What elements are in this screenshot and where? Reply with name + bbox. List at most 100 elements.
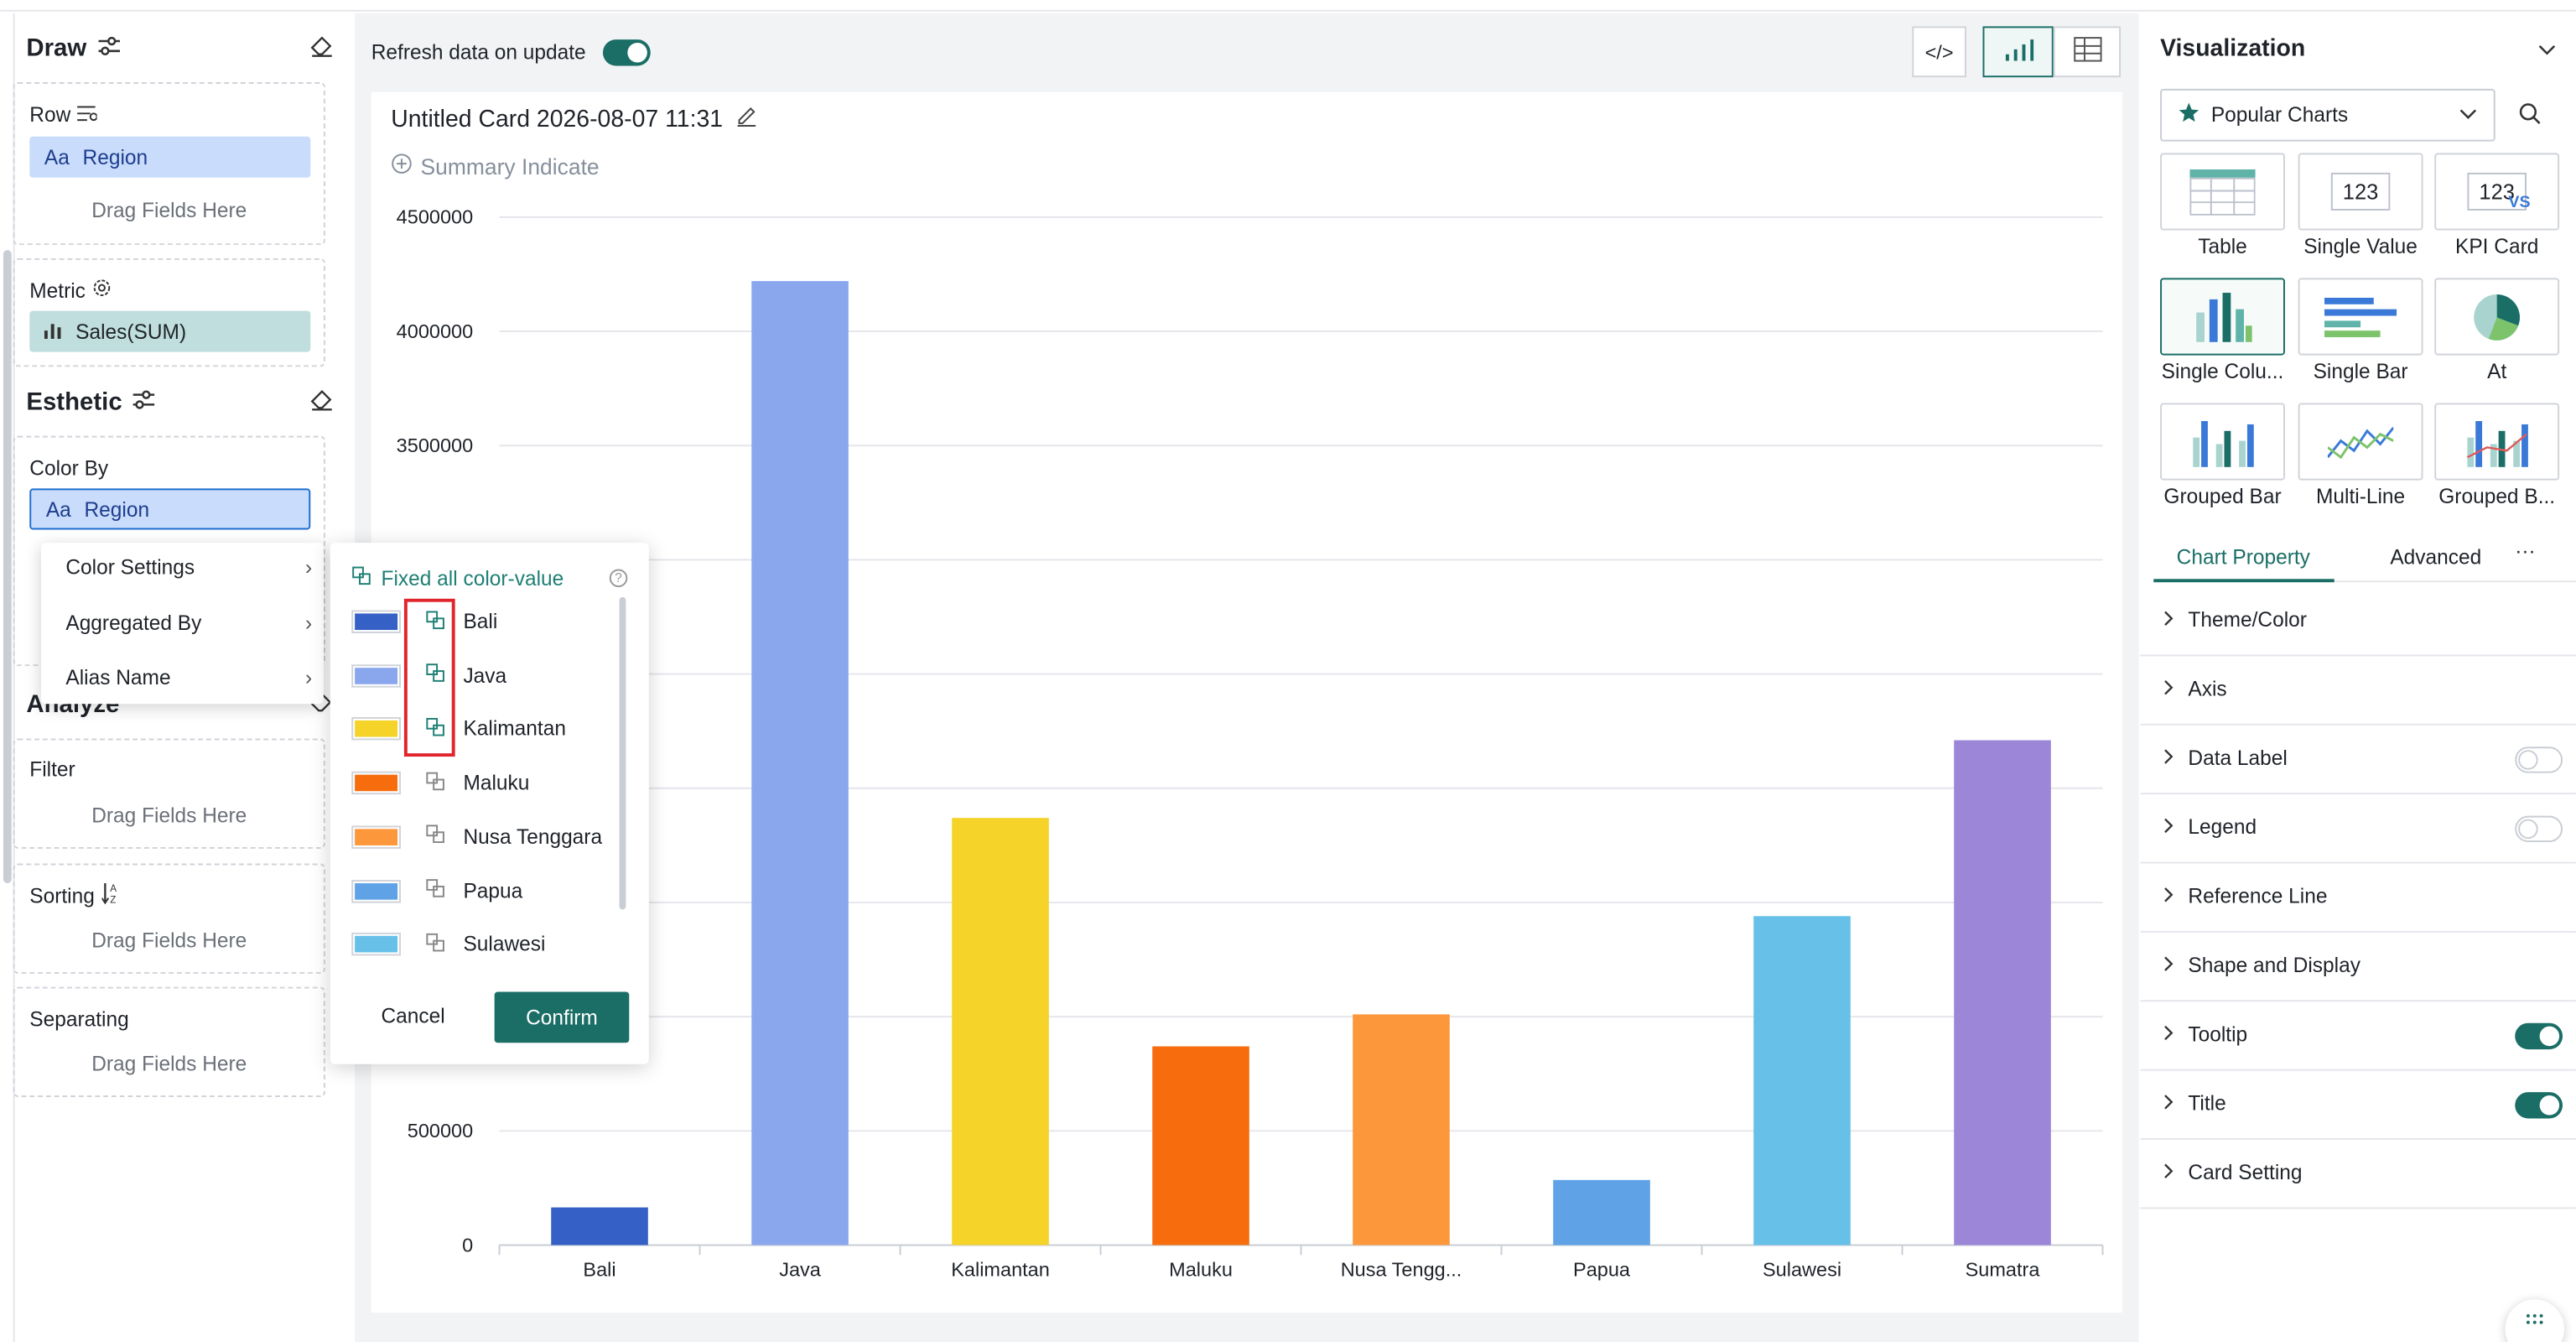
- chart-type-single-column[interactable]: [2160, 278, 2285, 356]
- menu-item-aggregated-by[interactable]: Aggregated By ›: [65, 611, 312, 634]
- gear-icon[interactable]: [92, 278, 112, 302]
- property-legend[interactable]: Legend: [2140, 794, 2576, 864]
- bar[interactable]: [1954, 740, 2051, 1246]
- property-tooltip[interactable]: Tooltip: [2140, 1001, 2576, 1071]
- confirm-button[interactable]: Confirm: [494, 991, 630, 1043]
- color-swatch[interactable]: #f76d0e: [351, 771, 401, 795]
- link-icon: [351, 566, 371, 590]
- bar[interactable]: [551, 1207, 648, 1246]
- summary-indicate[interactable]: Summary Indicate: [391, 153, 600, 179]
- search-icon[interactable]: [2518, 102, 2541, 130]
- popup-scrollbar[interactable]: [619, 596, 626, 910]
- chart-type-grouped-bar-line[interactable]: [2434, 403, 2560, 481]
- tab-advanced[interactable]: Advanced: [2390, 546, 2481, 569]
- eraser-icon[interactable]: [310, 390, 333, 416]
- sorting-drag-hint: Drag Fields Here: [91, 928, 247, 953]
- color-swatch[interactable]: #66c0e8: [351, 933, 401, 956]
- tab-chart-property[interactable]: Chart Property: [2177, 546, 2310, 569]
- sorting-label: Sorting AZ: [29, 882, 121, 909]
- lock-color-icon[interactable]: [423, 932, 446, 956]
- row-dropzone[interactable]: Row Aa Region Drag Fields Here: [13, 82, 325, 246]
- lock-color-icon[interactable]: [423, 771, 446, 795]
- filter-dropzone[interactable]: Filter Drag Fields Here: [13, 738, 325, 849]
- metric-label-text: Metric: [29, 278, 86, 302]
- color-swatch[interactable]: #fd973b: [351, 825, 401, 849]
- chart-type-single-value[interactable]: 123: [2298, 153, 2423, 231]
- refresh-on-update: Refresh data on update: [371, 39, 651, 66]
- chevron-right-icon: [2163, 1023, 2174, 1046]
- chart-category-select[interactable]: Popular Charts: [2160, 88, 2496, 142]
- lock-color-icon[interactable]: [423, 824, 446, 849]
- menu-item-label: Color Settings: [65, 555, 195, 580]
- property-toggle[interactable]: [2515, 1022, 2563, 1050]
- table-view-button[interactable]: [2053, 26, 2122, 78]
- chart-type-multi-line[interactable]: [2298, 403, 2423, 481]
- chart-type-pie-chart[interactable]: [2434, 278, 2560, 356]
- row-drag-hint: Drag Fields Here: [91, 199, 247, 222]
- y-tick-label: 3500000: [397, 434, 474, 456]
- x-tick-label: Nusa Tengg...: [1341, 1259, 1462, 1281]
- left-scrollbar[interactable]: [3, 250, 12, 884]
- color-row[interactable]: #f76d0e Maluku: [351, 767, 529, 799]
- sliders-icon[interactable]: [132, 390, 156, 414]
- menu-item-color-settings[interactable]: Color Settings ›: [65, 556, 312, 579]
- chevron-right-icon: [2163, 609, 2174, 632]
- chart-view-button[interactable]: [1982, 26, 2054, 78]
- row-settings-icon[interactable]: [77, 104, 98, 127]
- chart-type-grouped-bar[interactable]: [2160, 403, 2285, 481]
- color-swatch[interactable]: #8aa7ee: [351, 663, 401, 688]
- eraser-icon[interactable]: [310, 36, 333, 62]
- menu-item-alias-name[interactable]: Alias Name ›: [65, 666, 312, 689]
- color-row-label: Maluku: [463, 771, 530, 795]
- property-toggle[interactable]: [2515, 1092, 2563, 1119]
- chevron-down-icon[interactable]: [2538, 36, 2557, 60]
- card-title-text[interactable]: Untitled Card 2026-08-07 11:31: [391, 106, 723, 132]
- property-toggle[interactable]: [2515, 746, 2563, 773]
- color-swatch[interactable]: #5fa3e6: [351, 879, 401, 902]
- property-toggle[interactable]: [2515, 815, 2563, 843]
- row-label-text: Row: [29, 103, 71, 127]
- cancel-button[interactable]: Cancel: [381, 1005, 444, 1027]
- chart-type-single-bar[interactable]: [2298, 278, 2423, 356]
- property-reference-line[interactable]: Reference Line: [2140, 864, 2576, 933]
- chart-type-label: Single Value: [2303, 235, 2418, 258]
- color-swatch[interactable]: #f5d329: [351, 717, 401, 741]
- help-icon[interactable]: ?: [609, 569, 628, 588]
- chart-type-table-chart[interactable]: [2160, 153, 2285, 231]
- refresh-label: Refresh data on update: [371, 41, 586, 65]
- property-axis[interactable]: Axis: [2140, 656, 2576, 726]
- property-title[interactable]: Title: [2140, 1071, 2576, 1140]
- color-swatch[interactable]: #3561c6: [351, 610, 401, 633]
- chart-type-label: Table: [2198, 235, 2247, 258]
- property-theme-color[interactable]: Theme/Color: [2140, 587, 2576, 657]
- bar[interactable]: [751, 281, 849, 1246]
- sorting-dropzone[interactable]: Sorting AZ Drag Fields Here: [13, 863, 325, 974]
- refresh-toggle[interactable]: [602, 39, 651, 66]
- bar[interactable]: [1753, 916, 1851, 1246]
- color-row[interactable]: #66c0e8 Sulawesi: [351, 928, 545, 960]
- code-view-button[interactable]: </>: [1912, 26, 1966, 78]
- bar[interactable]: [1553, 1179, 1650, 1246]
- property-data-label[interactable]: Data Label: [2140, 726, 2576, 795]
- row-field-pill[interactable]: Aa Region: [29, 136, 311, 178]
- more-icon[interactable]: ···: [2515, 539, 2535, 562]
- active-tab-indicator: [2153, 579, 2334, 583]
- property-shape-and-display[interactable]: Shape and Display: [2140, 933, 2576, 1002]
- fix-all-colors-link[interactable]: Fixed all color-value: [351, 566, 564, 590]
- color-row[interactable]: #f5d329 Kalimantan: [351, 713, 566, 746]
- metric-field-pill[interactable]: Sales(SUM): [29, 310, 311, 352]
- separating-dropzone[interactable]: Separating Drag Fields Here: [13, 986, 325, 1097]
- color-row[interactable]: #5fa3e6 Papua: [351, 874, 522, 907]
- colorby-field-pill[interactable]: Aa Region: [29, 488, 311, 530]
- lock-color-icon[interactable]: [423, 878, 446, 902]
- bar[interactable]: [1353, 1014, 1450, 1246]
- color-row[interactable]: #fd973b Nusa Tenggara: [351, 820, 602, 853]
- sliders-icon[interactable]: [96, 36, 121, 60]
- bar[interactable]: [952, 818, 1049, 1246]
- edit-pencil-icon[interactable]: [736, 106, 757, 133]
- metric-dropzone[interactable]: Metric Sales(SUM): [13, 257, 325, 367]
- chart-type-kpi-card[interactable]: 123 VS: [2434, 153, 2560, 231]
- bar[interactable]: [1152, 1046, 1249, 1246]
- property-card-setting[interactable]: Card Setting: [2140, 1140, 2576, 1209]
- color-settings-popup: Fixed all color-value ? #3561c6 Bali #8aa7…: [330, 543, 649, 1064]
